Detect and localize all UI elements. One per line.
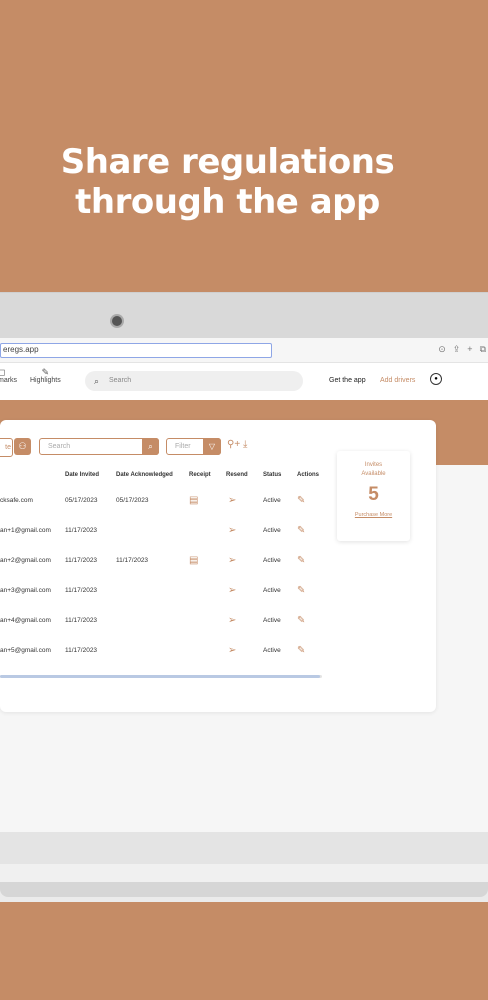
address-bar-url: eregs.app — [3, 345, 39, 354]
row-email: an+4@gmail.com — [0, 617, 51, 624]
resend-icon[interactable]: ➢ — [228, 495, 236, 506]
headline-line-2: through the app — [75, 182, 380, 222]
row-date-invited: 11/17/2023 — [65, 527, 98, 534]
browser-actions: ⊙ ⇪ + ⧉ — [438, 344, 486, 355]
row-date-invited: 05/17/2023 — [65, 497, 98, 504]
laptop-base-bottom — [0, 882, 488, 897]
camera-icon — [112, 316, 122, 326]
receipt-icon[interactable]: ▤ — [189, 495, 198, 506]
row-date-acknowledged: 11/17/2023 — [116, 557, 149, 564]
bookmark-icon: ◻ — [0, 367, 6, 377]
row-status: Active — [263, 587, 281, 594]
edit-icon[interactable]: ✎ — [297, 555, 305, 566]
table-row: cksafe.com 05/17/2023 05/17/2023 ▤ ➢ Act… — [0, 487, 322, 517]
download-icon[interactable]: ⊙ — [438, 344, 446, 355]
address-bar[interactable]: eregs.app — [0, 343, 272, 358]
table-row: an+2@gmail.com 11/17/2023 11/17/2023 ▤ ➢… — [0, 547, 322, 577]
filter-icon: ▽ — [208, 442, 216, 451]
new-tab-icon[interactable]: + — [467, 344, 472, 355]
receipt-icon[interactable]: ▤ — [189, 555, 198, 566]
edit-icon[interactable]: ✎ — [297, 495, 305, 506]
row-email: an+2@gmail.com — [0, 557, 51, 564]
resend-icon[interactable]: ➢ — [228, 525, 236, 536]
share-icon[interactable]: ⇪ — [453, 344, 461, 355]
resend-icon[interactable]: ➢ — [228, 555, 236, 566]
invites-available-count: 5 — [368, 484, 379, 505]
purchase-more-link[interactable]: Purchase More — [337, 512, 410, 518]
get-the-app-link[interactable]: Get the app — [329, 377, 366, 384]
add-drivers-link[interactable]: Add drivers — [380, 377, 415, 384]
table-search-button[interactable]: ⌕ — [142, 438, 159, 455]
nav-highlights[interactable]: ✎ Highlights — [30, 367, 61, 384]
row-email: cksafe.com — [0, 497, 33, 504]
highlighter-icon: ✎ — [41, 367, 50, 377]
partial-button-label: te — [5, 444, 11, 451]
top-navigation: ◻ marks ✎ Highlights ⌕ Search Get the ap… — [0, 362, 488, 401]
header-date-acknowledged: Date Acknowledged — [116, 472, 173, 478]
laptop-base — [0, 832, 488, 902]
nav-bookmarks-label: marks — [0, 377, 18, 384]
resend-icon[interactable]: ➢ — [228, 585, 236, 596]
headline-line-1: Share regulations — [60, 142, 395, 182]
invites-available-label: Invites Available — [361, 462, 386, 477]
search-placeholder: Search — [109, 377, 132, 384]
group-add-icon: ⚇ — [18, 441, 27, 451]
nav-highlights-label: Highlights — [30, 377, 61, 384]
edit-icon[interactable]: ✎ — [297, 645, 305, 656]
row-status: Active — [263, 527, 281, 534]
add-user-icon[interactable]: ⚲+ — [227, 439, 240, 450]
headline: Share regulations through the app — [0, 142, 455, 222]
horizontal-scrollbar[interactable] — [0, 675, 322, 678]
search-input[interactable]: ⌕ Search — [85, 371, 303, 391]
edit-icon[interactable]: ✎ — [297, 615, 305, 626]
table-search-placeholder: Search — [48, 443, 71, 450]
header-actions: Actions — [297, 472, 320, 478]
row-date-invited: 11/17/2023 — [65, 587, 98, 594]
laptop-screen: eregs.app ⊙ ⇪ + ⧉ ◻ marks ✎ Highlights ⌕… — [0, 338, 488, 832]
filter-button[interactable]: ▽ — [203, 438, 221, 455]
row-email: an+1@gmail.com — [0, 527, 51, 534]
edit-icon[interactable]: ✎ — [297, 525, 305, 536]
header-receipt: Receipt — [189, 472, 211, 478]
header-date-invited: Date Invited — [65, 472, 100, 478]
download-icon[interactable]: ⤓ — [243, 439, 247, 450]
row-email: an+3@gmail.com — [0, 587, 51, 594]
row-date-invited: 11/17/2023 — [65, 647, 98, 654]
partial-button[interactable]: te — [0, 438, 13, 457]
header-status: Status — [263, 472, 282, 478]
row-date-invited: 11/17/2023 — [65, 557, 98, 564]
table-row: an+5@gmail.com 11/17/2023 ➢ Active ✎ — [0, 637, 322, 667]
search-icon: ⌕ — [148, 442, 153, 451]
row-status: Active — [263, 497, 281, 504]
row-status: Active — [263, 647, 281, 654]
invites-available-card: Invites Available 5 Purchase More — [337, 451, 410, 541]
edit-icon[interactable]: ✎ — [297, 585, 305, 596]
scrollbar-thumb[interactable] — [0, 675, 320, 678]
row-date-acknowledged: 05/17/2023 — [116, 497, 149, 504]
tabs-icon[interactable]: ⧉ — [480, 344, 486, 355]
search-icon: ⌕ — [94, 376, 100, 386]
table-row: an+3@gmail.com 11/17/2023 ➢ Active ✎ — [0, 577, 322, 607]
row-date-invited: 11/17/2023 — [65, 617, 98, 624]
bulk-invite-button[interactable]: ⚇ — [14, 438, 31, 455]
row-status: Active — [263, 557, 281, 564]
laptop-base-middle — [0, 864, 488, 882]
header-resend: Resend — [226, 472, 248, 478]
row-status: Active — [263, 617, 281, 624]
laptop-base-top — [0, 832, 488, 865]
resend-icon[interactable]: ➢ — [228, 615, 236, 626]
filter-placeholder: Filter — [175, 443, 191, 450]
table-row: an+4@gmail.com 11/17/2023 ➢ Active ✎ — [0, 607, 322, 637]
table-row: an+1@gmail.com 11/17/2023 ➢ Active ✎ — [0, 517, 322, 547]
nav-bookmarks[interactable]: ◻ marks — [0, 367, 17, 384]
resend-icon[interactable]: ➢ — [228, 645, 236, 656]
row-email: an+5@gmail.com — [0, 647, 51, 654]
table-search-input[interactable]: Search — [39, 438, 159, 455]
user-account-icon[interactable]: ● — [430, 373, 442, 385]
